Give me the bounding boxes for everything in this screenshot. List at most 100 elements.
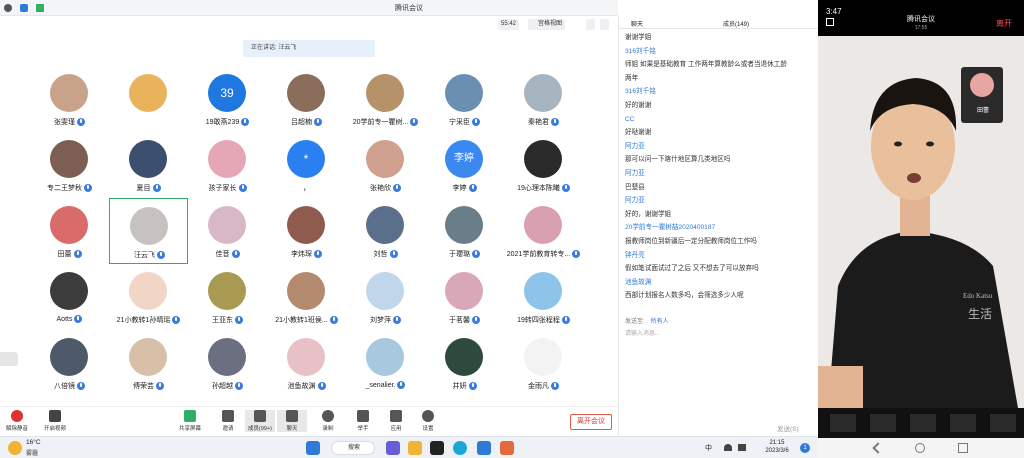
app-icon[interactable] [386, 441, 400, 455]
chat-input[interactable]: 请输入消息... [625, 328, 660, 337]
participant-tile[interactable]: 金雨凡 [504, 330, 583, 396]
mic-icon [393, 184, 401, 193]
avatar [287, 206, 325, 244]
participant-tile[interactable]: 池鱼故渊 [267, 330, 346, 396]
participant-tile[interactable]: *， [267, 132, 346, 198]
home-icon[interactable] [915, 443, 925, 453]
participant-tile[interactable]: 田蕾 [30, 198, 109, 264]
chat-message: 两年 [625, 74, 639, 82]
avatar [524, 338, 562, 376]
participant-tile[interactable]: 李婷 李婷 [425, 132, 504, 198]
mute-button[interactable]: 解除静音 [2, 410, 32, 432]
participant-tile[interactable]: 于茗馨 [425, 264, 504, 330]
participant-tile[interactable]: 夏目 [109, 132, 188, 198]
chat-button[interactable]: 聊天 [277, 410, 307, 432]
participant-tile[interactable]: 孩子家长 [188, 132, 267, 198]
participant-tile[interactable]: 孙超越 [188, 330, 267, 396]
participant-tile[interactable]: 佳音 [188, 198, 267, 264]
participant-tile[interactable]: 汪云飞 [109, 198, 188, 264]
phone-toolbar [818, 408, 1024, 438]
participant-tile[interactable]: Aotts [30, 264, 109, 330]
fullscreen-icon[interactable] [586, 19, 595, 30]
participant-tile[interactable]: 刘哲 [346, 198, 425, 264]
share-screen-button[interactable]: 共享屏幕 [175, 410, 205, 432]
participant-tile[interactable]: 19转四张程程 [504, 264, 583, 330]
settings-button[interactable]: 设置 [413, 410, 443, 432]
participant-tile[interactable]: 39 19敢燕239 [188, 66, 267, 132]
participant-tile[interactable]: 八倍镜 [30, 330, 109, 396]
mic-icon [231, 250, 240, 259]
video-button[interactable]: 开启视频 [40, 410, 70, 432]
avatar [50, 140, 88, 178]
notification-badge[interactable]: 1 [800, 443, 810, 453]
video-icon[interactable] [870, 414, 896, 432]
avatar [129, 272, 167, 310]
mic-icon[interactable] [830, 414, 856, 432]
mic-icon [389, 250, 398, 259]
start-icon[interactable] [306, 441, 320, 455]
participant-tile[interactable]: 宁采臣 [425, 66, 504, 132]
avatar [524, 74, 562, 112]
participant-tile[interactable]: 秦艳君 [504, 66, 583, 132]
participant-name: 刘梦萍 [346, 315, 425, 325]
participant-tile[interactable]: 20学前专一瞿树... [346, 66, 425, 132]
participant-tile[interactable]: 王亚东 [188, 264, 267, 330]
weather-desc: 雾霾 [26, 451, 39, 457]
tencent-meeting-icon[interactable] [477, 441, 491, 455]
speaker-icon[interactable] [738, 444, 746, 451]
view-switch-button[interactable]: 宫格视图 [528, 19, 566, 30]
participant-tile[interactable]: 张艳欣 [346, 132, 425, 198]
apps-button[interactable]: 应用 [381, 410, 411, 432]
participant-tile[interactable]: 19心理本陈曦 [504, 132, 583, 198]
folder-icon[interactable] [408, 441, 422, 455]
participant-tile[interactable]: _senalier. [346, 330, 425, 396]
participant-tile[interactable]: 吕超楠 [267, 66, 346, 132]
send-button[interactable]: 发送(S) [777, 423, 799, 433]
share-icon[interactable] [910, 414, 936, 432]
wifi-icon[interactable] [724, 444, 732, 451]
participant-name: 王亚东 [188, 315, 267, 325]
mic-icon [317, 382, 326, 391]
participant-tile[interactable]: 21小教转1班侯... [267, 264, 346, 330]
mic-icon [77, 382, 85, 391]
avatar [287, 272, 325, 310]
send-to-select[interactable]: 所有人 [651, 319, 669, 325]
chat-message: 那可以问一下喀什地区算几类地区吗 [625, 156, 731, 164]
participant-tile[interactable]: 2021学前教育转专... [504, 198, 583, 264]
mic-icon [235, 382, 243, 391]
app-icon[interactable] [430, 441, 444, 455]
tab-members[interactable]: 成员(149) [723, 19, 749, 28]
record-button[interactable]: 录制 [313, 410, 343, 432]
members-icon[interactable] [950, 414, 976, 432]
more-icon[interactable] [990, 414, 1016, 432]
taskbar-search[interactable]: 搜索 [331, 441, 375, 455]
chat-message: 谢谢学姐 [625, 34, 652, 41]
invite-button[interactable]: 邀请 [213, 410, 243, 432]
participant-tile[interactable]: 于瓔璐 [425, 198, 504, 264]
participant-tile[interactable]: 李炜琛 [267, 198, 346, 264]
sidebar-toggle-icon[interactable] [0, 352, 18, 366]
members-button[interactable]: 成员(99+) [245, 410, 275, 432]
raise-hand-button[interactable]: 举手 [348, 410, 378, 432]
tab-chat[interactable]: 聊天 [631, 19, 643, 28]
layout-icon[interactable] [600, 19, 609, 30]
participant-tile[interactable]: 井妍 [425, 330, 504, 396]
clock[interactable]: 21:15 2023/3/6 [762, 439, 792, 455]
phone-leave-button[interactable]: 离开 [996, 18, 1012, 29]
recents-icon[interactable] [958, 443, 968, 453]
collapse-icon[interactable] [826, 18, 834, 26]
participant-tile[interactable]: 傅荣芸 [109, 330, 188, 396]
leave-meeting-button[interactable]: 离开会议 [570, 414, 612, 430]
participant-name: 汪云飞 [110, 250, 189, 260]
pip-video[interactable]: 田蕾 [961, 67, 1003, 123]
mic-icon [238, 184, 247, 193]
participant-tile[interactable] [109, 66, 188, 132]
ime-indicator[interactable]: 中 [705, 443, 712, 453]
participant-tile[interactable]: 张雯瑾 [30, 66, 109, 132]
app-icon[interactable] [500, 441, 514, 455]
participant-tile[interactable]: 专二王梦秋 [30, 132, 109, 198]
participant-tile[interactable]: 21小教转1孙晴瑶 [109, 264, 188, 330]
participant-tile[interactable]: 刘梦萍 [346, 264, 425, 330]
edge-icon[interactable] [453, 441, 467, 455]
back-icon[interactable] [872, 442, 884, 454]
